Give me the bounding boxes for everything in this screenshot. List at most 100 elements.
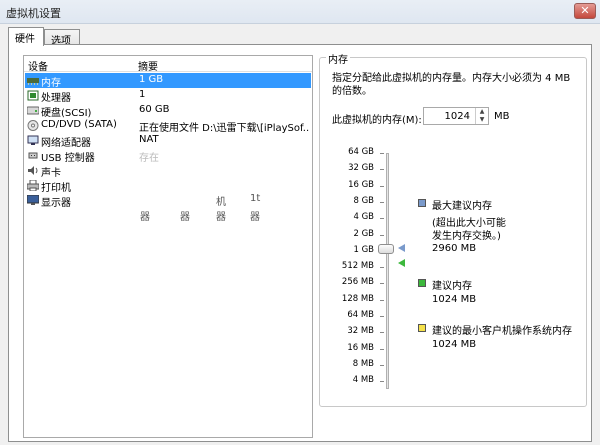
min-guest-value: 1024 MB xyxy=(432,339,477,350)
device-summary: 正在使用文件 D:\迅雷下载\[iPlaySof... xyxy=(139,123,309,134)
tab-options[interactable]: 选项 xyxy=(44,29,80,47)
device-row-processor[interactable]: 处理器 1 xyxy=(25,88,311,104)
scale-label: 8 MB xyxy=(352,358,374,369)
title-bar: 虚拟机设置 ✕ xyxy=(0,0,600,24)
scale-label: 4 MB xyxy=(352,375,374,386)
memory-spinbox[interactable]: 1024 ▲ ▼ xyxy=(423,107,489,125)
tab-hardware[interactable]: 硬件 xyxy=(8,27,44,46)
sound-card-icon xyxy=(28,166,38,175)
memory-description: 指定分配给此虚拟机的内存量。内存大小必须为 4 MB 的倍数。 xyxy=(332,73,571,97)
scale-label: 32 MB xyxy=(347,326,374,337)
artifact-text: 器 xyxy=(140,212,150,223)
device-name: 硬盘(SCSI) xyxy=(41,108,92,119)
max-recommended-legend-icon xyxy=(418,199,426,207)
memory-slider-track[interactable] xyxy=(386,153,389,389)
scale-label: 8 GB xyxy=(353,195,374,206)
memory-unit: MB xyxy=(494,111,510,122)
spin-down-icon[interactable]: ▼ xyxy=(476,116,488,124)
scale-label: 32 GB xyxy=(348,163,374,174)
recommended-legend-icon xyxy=(418,279,426,287)
artifact-text: 器 xyxy=(216,212,226,223)
max-recommended-value: 2960 MB xyxy=(432,243,477,254)
device-row-hard-disk[interactable]: 硬盘(SCSI) 60 GB xyxy=(25,103,311,119)
scale-tick xyxy=(380,201,384,203)
max-recommended-note-2: 发生内存交换。) xyxy=(432,231,501,242)
cd-dvd-icon xyxy=(27,120,39,131)
device-row-cd-dvd[interactable]: CD/DVD (SATA) 正在使用文件 D:\迅雷下载\[iPlaySof..… xyxy=(25,118,311,134)
scale-tick xyxy=(380,185,384,187)
artifact-text: 机 xyxy=(216,197,226,208)
device-name: 显示器 xyxy=(41,198,71,209)
device-row-display[interactable]: 显示器 xyxy=(25,193,311,209)
scale-label: 2 GB xyxy=(353,228,374,239)
scale-tick xyxy=(380,153,384,154)
scale-tick xyxy=(380,316,384,317)
scale-tick xyxy=(380,332,384,334)
hard-disk-icon xyxy=(27,106,39,115)
scale-tick xyxy=(380,234,384,236)
scale-label: 64 MB xyxy=(347,310,374,320)
scale-label: 512 MB xyxy=(341,261,374,272)
min-guest-title: 建议的最小客户机操作系统内存 xyxy=(432,326,572,337)
device-summary: 存在 xyxy=(139,153,159,164)
device-name: 内存 xyxy=(41,78,61,89)
device-row-memory[interactable]: 内存 1 GB xyxy=(25,73,311,89)
device-name: 打印机 xyxy=(41,183,71,194)
column-header-summary[interactable]: 摘要 xyxy=(138,58,158,73)
scale-tick xyxy=(380,299,384,301)
display-icon xyxy=(27,195,39,205)
device-name: CD/DVD (SATA) xyxy=(41,119,117,130)
device-row-network-adapter[interactable]: 网络适配器 NAT xyxy=(25,133,311,149)
recommended-value: 1024 MB xyxy=(432,294,477,305)
scale-tick xyxy=(380,169,384,171)
memory-input[interactable]: 1024 xyxy=(445,111,470,122)
scale-tick xyxy=(380,218,384,220)
scale-tick xyxy=(380,364,384,366)
close-button[interactable]: ✕ xyxy=(574,3,596,19)
max-recommended-marker xyxy=(398,244,405,252)
artifact-text: 器 xyxy=(250,212,260,223)
memory-group-label: 内存 xyxy=(326,51,350,66)
vm-settings-window: 虚拟机设置 ✕ 硬件 选项 设备 摘要 内存 1 GB 处理器 1 硬盘(SCS… xyxy=(0,0,600,445)
printer-icon xyxy=(27,180,39,191)
processor-icon xyxy=(27,90,39,101)
device-name: 处理器 xyxy=(41,93,71,104)
usb-controller-icon xyxy=(28,152,38,159)
max-recommended-title: 最大建议内存 xyxy=(432,201,492,212)
scale-tick xyxy=(380,381,384,383)
device-row-sound-card[interactable]: 声卡 xyxy=(25,163,311,179)
device-row-printer[interactable]: 打印机 xyxy=(25,178,311,194)
artifact-text: 1t xyxy=(250,193,261,204)
memory-icon xyxy=(27,78,39,85)
device-summary: NAT xyxy=(139,134,159,145)
device-list[interactable]: 设备 摘要 内存 1 GB 处理器 1 硬盘(SCSI) 60 GB CD/DV… xyxy=(23,55,313,438)
memory-field-label: 此虚拟机的内存(M): xyxy=(332,115,422,126)
scale-label: 128 MB xyxy=(341,293,374,304)
window-title: 虚拟机设置 xyxy=(6,7,61,20)
device-row-usb-controller[interactable]: USB 控制器 存在 xyxy=(25,148,311,164)
memory-slider-thumb[interactable] xyxy=(378,244,394,254)
scale-tick xyxy=(380,283,384,285)
device-name: 网络适配器 xyxy=(41,138,91,149)
device-name: 声卡 xyxy=(41,168,61,179)
column-header-device[interactable]: 设备 xyxy=(28,58,48,73)
device-summary: 1 xyxy=(139,89,146,100)
recommended-marker xyxy=(398,259,405,267)
network-adapter-icon xyxy=(27,135,39,145)
artifact-text: 器 xyxy=(180,212,190,223)
scale-label: 64 GB xyxy=(348,147,374,157)
scale-tick xyxy=(380,348,384,350)
scale-tick xyxy=(380,267,384,269)
scale-label: 16 GB xyxy=(348,179,374,190)
device-summary: 1 GB xyxy=(139,74,164,85)
device-list-header: 设备 摘要 xyxy=(24,56,312,73)
scale-label: 16 MB xyxy=(347,342,374,353)
min-guest-legend-icon xyxy=(418,324,426,332)
recommended-title: 建议内存 xyxy=(432,281,472,292)
spin-up-icon[interactable]: ▲ xyxy=(476,108,488,116)
device-summary: 60 GB xyxy=(139,104,170,115)
spin-arrows[interactable]: ▲ ▼ xyxy=(475,108,488,124)
device-name: USB 控制器 xyxy=(41,153,95,164)
memory-group: 内存 指定分配给此虚拟机的内存量。内存大小必须为 4 MB 的倍数。 此虚拟机的… xyxy=(319,51,587,407)
hardware-panel: 设备 摘要 内存 1 GB 处理器 1 硬盘(SCSI) 60 GB CD/DV… xyxy=(8,44,592,442)
